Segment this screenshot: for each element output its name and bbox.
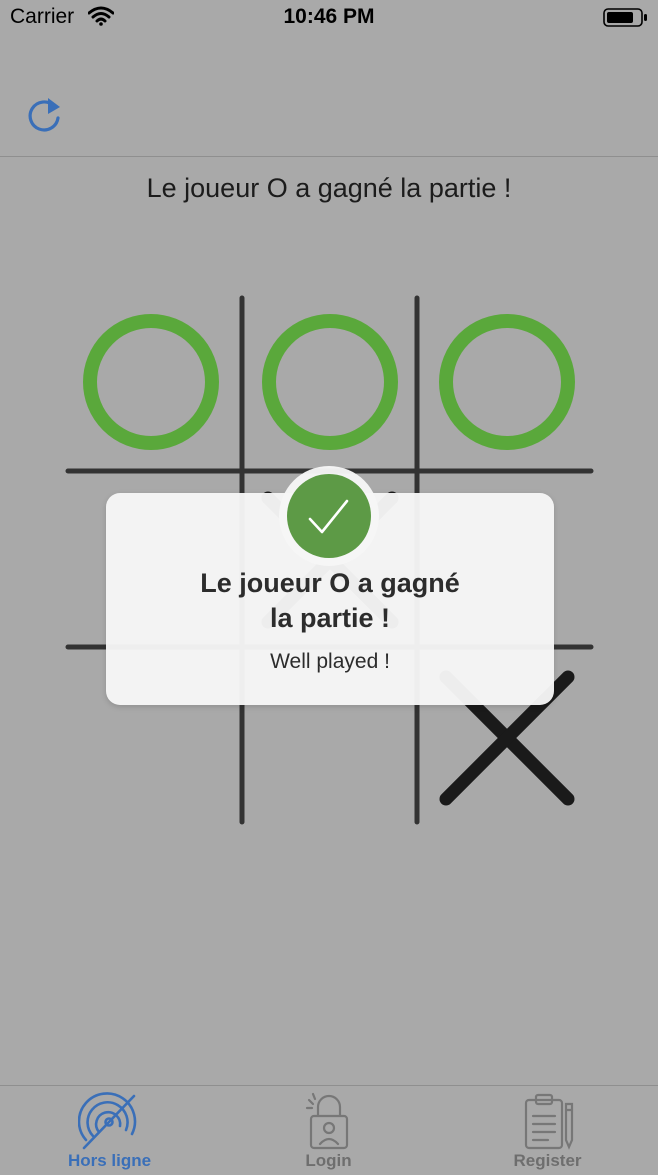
alert-title-line-2: la partie ! — [269, 603, 391, 633]
tab-label-register: Register — [513, 1151, 582, 1170]
clock: 10:46 PM — [283, 5, 375, 28]
game-status-label: Le joueur O a gagné la partie ! — [146, 173, 512, 203]
offline-icon — [78, 1092, 137, 1150]
tab-register[interactable]: Register — [438, 1086, 657, 1175]
alert-title: Le joueur O a gagné la partie ! — [106, 566, 554, 636]
status-bar: Carrier 10:46 PM — [0, 0, 658, 38]
alert-message: Well played ! — [270, 650, 390, 673]
board-cell-0-0[interactable] — [66, 298, 236, 468]
navigation-bar — [0, 38, 658, 157]
tab-label-login: Login — [305, 1151, 352, 1170]
board-cell-0-1[interactable] — [245, 298, 415, 468]
tab-bar: Hors ligne Login Register — [0, 1085, 658, 1175]
checkmark-glyph — [308, 499, 349, 534]
tab-hors-ligne[interactable]: Hors ligne — [0, 1086, 219, 1175]
tab-label-hors-ligne: Hors ligne — [67, 1151, 152, 1170]
board-cell-0-2[interactable] — [420, 298, 590, 468]
clipboard-pen-icon — [524, 1093, 574, 1150]
refresh-icon[interactable] — [24, 96, 64, 136]
tab-login[interactable]: Login — [219, 1086, 438, 1175]
alert-title-line-1: Le joueur O a gagné — [200, 568, 460, 598]
checkmark-icon — [287, 474, 371, 558]
lock-user-icon — [305, 1092, 349, 1150]
battery-icon — [603, 8, 647, 27]
